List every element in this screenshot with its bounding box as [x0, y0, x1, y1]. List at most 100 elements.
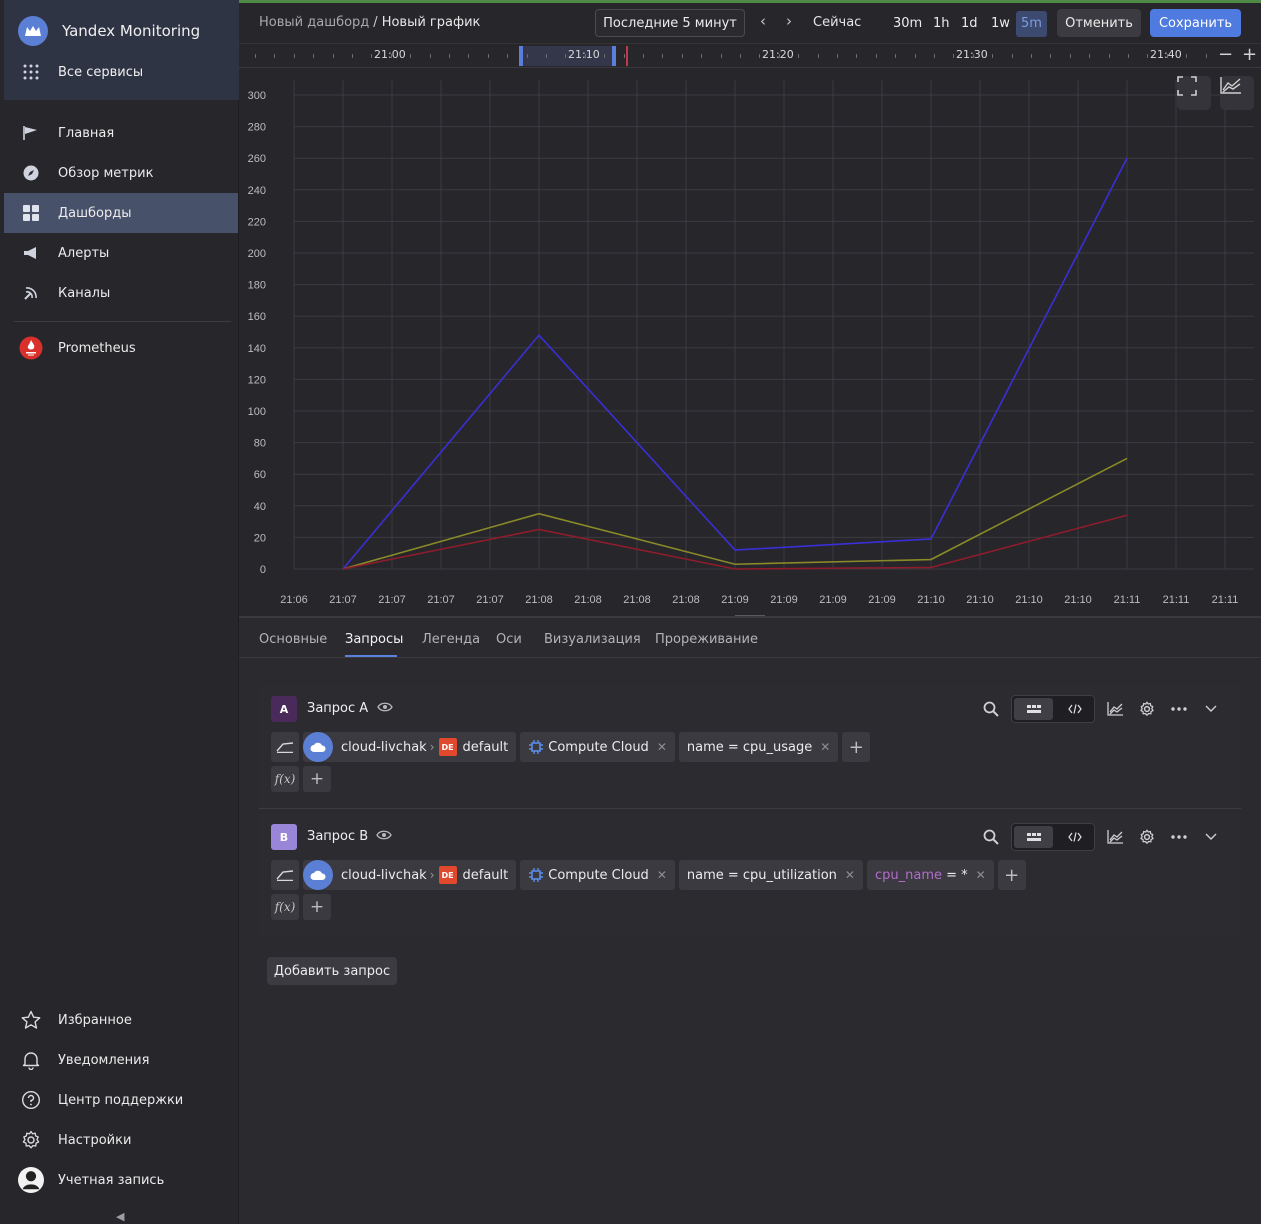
service-selector[interactable]: Compute Cloud ✕ — [520, 860, 675, 890]
add-filter-button[interactable]: + — [842, 732, 871, 762]
tab-main[interactable]: Основные — [259, 632, 327, 647]
chart-lines-icon[interactable] — [1099, 695, 1131, 723]
add-function-button[interactable]: f(x) — [271, 766, 299, 792]
zoom-5m-button[interactable]: 5m — [1016, 11, 1047, 37]
tab-visualization[interactable]: Визуализация — [544, 632, 641, 647]
query-type-button[interactable] — [271, 732, 299, 762]
sidebar-item-home[interactable]: Главная — [4, 113, 238, 153]
app-name: Yandex Monitoring — [62, 22, 201, 40]
timeline-tick — [1089, 54, 1090, 58]
sidebar-header: Yandex Monitoring Все сервисы — [4, 0, 239, 100]
add-expression-button[interactable]: + — [303, 766, 331, 792]
label-filter[interactable]: name = cpu_utilization ✕ — [678, 860, 863, 890]
timeline-zoom-in-icon[interactable]: + — [1242, 44, 1257, 65]
add-function-button[interactable]: f(x) — [271, 894, 299, 920]
line-chart[interactable]: 0 20 40 60 80 100 120 140 160 180 200 220 240 260 280 3… — [239, 68, 1261, 616]
label-filter[interactable]: name = cpu_usage ✕ — [678, 732, 839, 762]
query-title[interactable]: Запрос A — [307, 701, 368, 716]
search-icon[interactable] — [975, 695, 1007, 723]
eye-icon[interactable] — [376, 829, 392, 841]
tab-legend[interactable]: Легенда — [422, 632, 480, 647]
timeline-handle-left[interactable] — [519, 46, 523, 66]
code-mode-icon[interactable] — [1055, 824, 1094, 850]
breadcrumb: Новый дашборд / Новый график — [259, 15, 480, 30]
builder-mode-icon[interactable] — [1014, 698, 1053, 720]
sidebar-item-alerts[interactable]: Алерты — [4, 233, 238, 273]
sidebar-item-prometheus[interactable]: Prometheus — [4, 328, 238, 368]
add-query-button[interactable]: Добавить запрос — [267, 957, 397, 985]
sidebar-item-metrics[interactable]: Обзор метрик — [4, 153, 238, 193]
collapse-sidebar-icon[interactable]: ◀ — [116, 1210, 124, 1223]
save-button[interactable]: Сохранить — [1150, 9, 1241, 37]
add-filter-button[interactable]: + — [997, 860, 1026, 890]
fullscreen-button[interactable] — [1177, 76, 1211, 110]
zoom-1d-button[interactable]: 1d — [956, 11, 983, 37]
builder-mode-icon[interactable] — [1014, 826, 1053, 848]
timeline-tick — [915, 54, 916, 58]
prev-period-icon[interactable]: ‹ — [760, 12, 766, 30]
more-icon[interactable] — [1163, 695, 1195, 723]
gear-icon[interactable] — [1131, 823, 1163, 851]
code-mode-icon[interactable] — [1055, 696, 1094, 722]
close-icon[interactable]: ✕ — [657, 740, 667, 754]
query-selectors-row: cloud-livchak › DE default Compute Cloud ✕… — [271, 732, 874, 762]
eye-icon[interactable] — [377, 701, 393, 713]
time-range-button[interactable]: Последние 5 минут — [595, 9, 745, 37]
sidebar-item-dashboards[interactable]: Дашборды — [4, 193, 238, 233]
service-name: Compute Cloud — [548, 739, 649, 755]
more-icon[interactable] — [1163, 823, 1195, 851]
timeline-navigator[interactable]: 21:00 21:10 21:20 21:30 21:40 − + — [239, 44, 1261, 68]
all-services-button[interactable]: Все сервисы — [18, 60, 143, 84]
timeline-zoom-out-icon[interactable]: − — [1218, 44, 1233, 65]
chart-lines-icon[interactable] — [1099, 823, 1131, 851]
sidebar-item-support[interactable]: Центр поддержки — [4, 1080, 238, 1120]
close-icon[interactable]: ✕ — [657, 868, 667, 882]
tab-queries[interactable]: Запросы — [345, 632, 403, 647]
query-divider — [259, 808, 1241, 809]
cloud-selector[interactable]: cloud-livchak › DE default — [303, 732, 517, 762]
tab-axes[interactable]: Оси — [496, 632, 522, 647]
monitoring-logo-icon — [18, 16, 48, 46]
add-expression-button[interactable]: + — [303, 894, 331, 920]
header-accent-line — [239, 0, 1261, 3]
service-selector[interactable]: Compute Cloud ✕ — [520, 732, 675, 762]
label-filter-cpu-name[interactable]: cpu_name = * ✕ — [866, 860, 994, 890]
zoom-1w-button[interactable]: 1w — [986, 11, 1015, 37]
chevron-down-icon[interactable] — [1195, 823, 1227, 851]
query-mode-toggle — [1011, 695, 1095, 723]
tab-downsampling[interactable]: Прореживание — [655, 632, 758, 647]
chart-type-button[interactable] — [1220, 76, 1254, 110]
prometheus-icon — [18, 336, 44, 360]
cloud-selector[interactable]: cloud-livchak › DE default — [303, 860, 517, 890]
zoom-1h-button[interactable]: 1h — [928, 11, 955, 37]
sidebar-item-account[interactable]: Учетная запись — [4, 1160, 238, 1200]
sidebar-item-label: Главная — [58, 125, 115, 141]
chevron-down-icon[interactable] — [1195, 695, 1227, 723]
next-period-icon[interactable]: › — [786, 12, 792, 30]
search-icon[interactable] — [975, 823, 1007, 851]
now-button[interactable]: Сейчас — [813, 15, 861, 30]
timeline-label: 21:30 — [956, 48, 988, 61]
flag-icon — [18, 121, 44, 145]
timeline-tick — [662, 54, 663, 58]
cancel-button[interactable]: Отменить — [1057, 9, 1141, 37]
sidebar-item-settings[interactable]: Настройки — [4, 1120, 238, 1160]
timeline-tick — [1128, 54, 1129, 58]
query-title[interactable]: Запрос B — [307, 829, 368, 844]
sidebar-item-label: Избранное — [58, 1012, 132, 1028]
timeline-tick — [507, 54, 508, 58]
gear-icon[interactable] — [1131, 695, 1163, 723]
sidebar-item-notifications[interactable]: Уведомления — [4, 1040, 238, 1080]
close-icon[interactable]: ✕ — [845, 868, 855, 882]
timeline-handle-right[interactable] — [612, 46, 616, 66]
brand[interactable]: Yandex Monitoring — [18, 16, 200, 46]
close-icon[interactable]: ✕ — [976, 868, 986, 882]
sidebar-item-channels[interactable]: Каналы — [4, 273, 238, 313]
sidebar-item-favorites[interactable]: Избранное — [4, 1000, 238, 1040]
timeline-tick — [333, 54, 334, 58]
query-type-button[interactable] — [271, 860, 299, 890]
zoom-30m-button[interactable]: 30m — [888, 11, 927, 37]
folder-badge: DE — [438, 738, 457, 756]
breadcrumb-parent[interactable]: Новый дашборд — [259, 15, 369, 30]
close-icon[interactable]: ✕ — [820, 740, 830, 754]
